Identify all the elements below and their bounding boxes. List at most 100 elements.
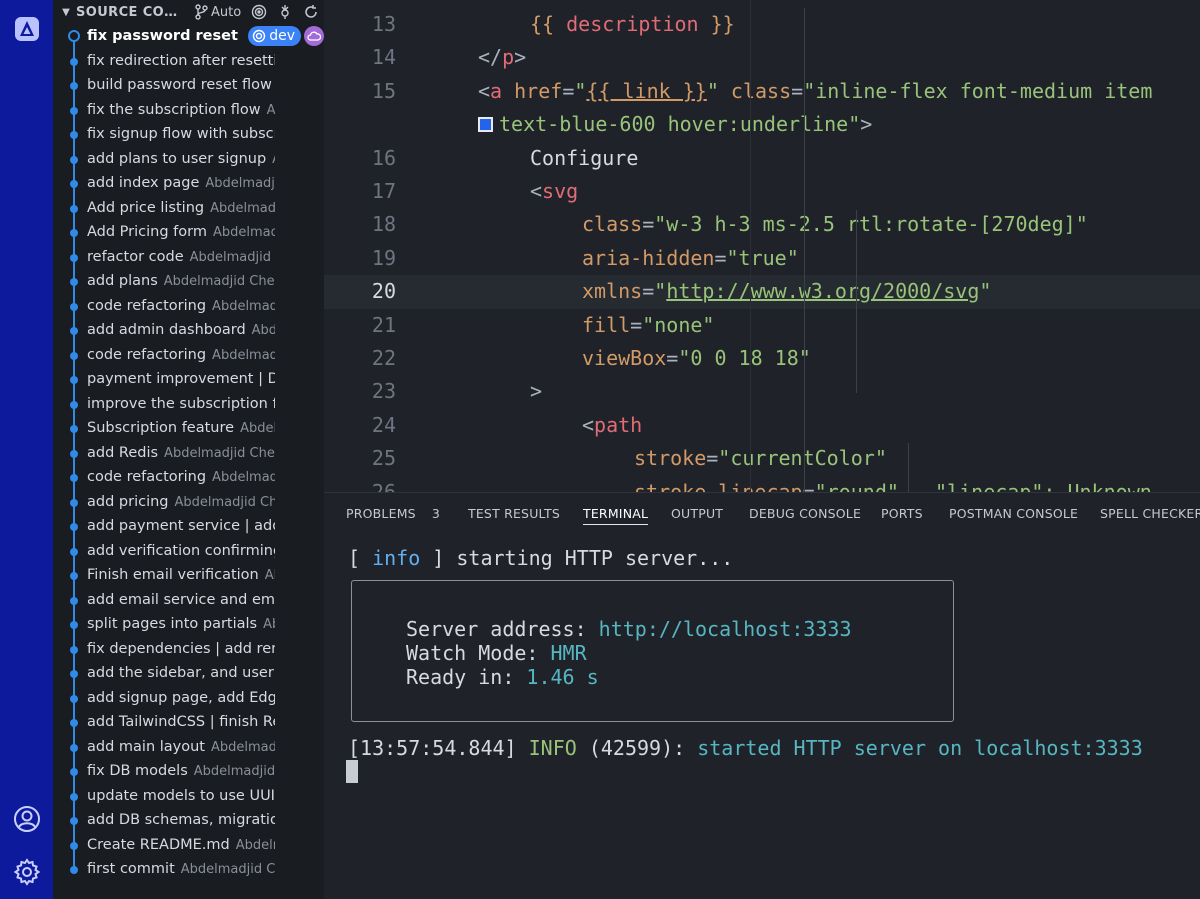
tab-problems[interactable]: PROBLEMS 3 [346,506,440,521]
commit-item[interactable]: payment improvement | DB mo... [53,367,324,392]
code-token: = [630,312,643,337]
commit-item[interactable]: split pages into partials Abdelm... [53,612,324,637]
commit-item[interactable]: fix DB models Abdelmadjid Cher... [53,759,324,784]
commit-message: add plans to user signup [87,150,267,167]
commit-item[interactable]: Create README.md Abdelmadji... [53,833,324,858]
commit-dot [70,449,78,458]
commit-message: Finish email verification [87,567,259,584]
commit-item[interactable]: add plans Abdelmadjid Cherfaoui [53,269,324,294]
color-swatch-icon[interactable] [478,117,493,133]
tab-postman-console[interactable]: POSTMAN CONSOLE [949,506,1078,521]
commit-author: Abdelm... [264,568,275,584]
code-token: class [730,78,792,103]
commit-dot [70,302,78,311]
commit-dot [70,523,78,531]
code-token: Configure [530,145,639,170]
commit-dot [70,719,78,727]
chevron-down-icon[interactable]: ▼ [56,7,76,18]
commit-item[interactable]: add payment service | add logi... [53,514,324,539]
cloud-icon [304,26,324,47]
branch-badge[interactable]: dev [248,26,302,47]
tab-test-results[interactable]: TEST RESULTS [468,506,560,521]
commit-item[interactable]: fix signup flow with subscriptio... [53,122,324,147]
code-token: "0 0 18 18" [678,346,811,370]
commit-message: add pricing [87,493,169,510]
tab-terminal[interactable]: TERMINAL [583,506,649,525]
code-token: stroke [634,446,707,471]
tab-spell-checker[interactable]: SPELL CHECKER [1100,506,1200,521]
refresh-icon[interactable] [303,4,319,20]
code-token: > [514,45,527,70]
commit-item[interactable]: add index page Abdelmadjid Ch... [53,171,324,196]
target-icon[interactable] [251,4,267,20]
code-line: 20 xmlns="http://www.w3.org/2000/svg" [324,275,1200,309]
commit-item[interactable]: fix redirection after resetting p... [53,49,324,74]
commit-item[interactable]: Add price listing Abdelmadjid C... [53,196,324,221]
active-tab-indicator [583,524,649,525]
commit-item[interactable]: add main layout Abdelmadjid Ch... [53,735,324,760]
settings-icon[interactable] [12,857,42,887]
code-text: > [530,375,542,408]
code-token: stroke-linecap [634,479,803,492]
logo-icon[interactable] [12,14,42,44]
commit-item[interactable]: add pricing Abdelmadjid Cherfaoui [53,490,324,515]
commit-item[interactable]: code refactoring Abdelmadjid C... [53,294,324,319]
commit-text: first commit Abdelmadjid Cherfa... [53,861,275,877]
commit-item[interactable]: improve the subscription featur... [53,392,324,417]
commit-item[interactable]: add DB schemas, migrations a... [53,808,324,833]
commit-dot [70,376,78,384]
commit-text: improve the subscription featur... [53,396,275,412]
code-editor[interactable]: .............. 13{{ description }}14</p>… [324,0,1200,492]
commit-item[interactable]: add Redis Abdelmadjid Cherfaoui [53,441,324,466]
commit-author: Abdelmadjid Cher... [193,764,275,780]
commit-message: add payment service | add logi... [87,518,275,535]
terminal[interactable]: [ info ] starting HTTP server... Server … [324,533,1200,899]
commit-dot [70,768,78,776]
commit-dot [70,425,78,433]
commit-dot [70,743,78,752]
commit-text: Subscription feature Abdelmadji... [53,420,275,436]
tab-output[interactable]: OUTPUT [671,506,723,521]
code-token: p [502,45,515,70]
commit-item[interactable]: build password reset flowAbde... [53,73,324,98]
code-text: xmlns="http://www.w3.org/2000/svg" [582,275,991,308]
commit-item[interactable]: fix dependencies | add rememb... [53,637,324,662]
branch-selector[interactable]: Auto [194,4,241,20]
account-icon[interactable] [12,804,42,834]
commit-item[interactable]: add plans to user signup Abdel... [53,147,324,172]
commit-item[interactable]: first commit Abdelmadjid Cherfa... [53,857,324,882]
commit-author: Abdelm... [263,617,275,633]
target-icon [253,30,266,43]
commit-text: build password reset flowAbde... [53,77,275,93]
commit-item[interactable]: code refactoring Abdelmadjid C... [53,343,324,368]
commit-item[interactable]: refactor code Abdelmadjid Cherf... [53,245,324,270]
commit-item[interactable]: Subscription feature Abdelmadji... [53,416,324,441]
fetch-icon[interactable] [277,4,293,20]
commit-item[interactable]: fix password reset ... dev [53,24,324,49]
commit-item[interactable]: Add Pricing form Abdelmadjid C... [53,220,324,245]
commit-item[interactable]: Finish email verification Abdelm... [53,563,324,588]
tab-debug-console[interactable]: DEBUG CONSOLE [749,506,861,521]
commit-item[interactable]: fix the subscription flow Abdel... [53,98,324,123]
tab-ports[interactable]: PORTS [881,506,923,521]
commit-author: Abdelma... [251,323,275,339]
code-text: fill="none" [582,309,714,342]
terminal-line-log: [13:57:54.844] INFO (42599): started HTT… [348,736,1143,760]
commit-item[interactable]: add email service and email ver... [53,588,324,613]
commit-item[interactable]: add the sidebar, and user auth... [53,661,324,686]
indent-guide [804,8,805,492]
commit-author: Abdelmadjid Cherfa... [180,862,275,878]
commit-item[interactable]: update models to use UUID ins... [53,784,324,809]
commit-item[interactable]: add TailwindCSS | finish Regist... [53,710,324,735]
commit-item[interactable]: code refactoring Abdelmadjid C... [53,465,324,490]
commit-item[interactable]: add verification confirming noti... [53,539,324,564]
current-commit-marker [68,30,80,42]
code-line: 19 aria-hidden="true" [324,242,1200,275]
commit-item[interactable]: add signup page, add EdgeJS f... [53,686,324,711]
commit-author: Abdel... [266,102,275,118]
commit-dot [70,204,78,213]
commit-message: add main layout [87,738,205,755]
commit-item[interactable]: add admin dashboard Abdelma... [53,318,324,343]
commit-text: add admin dashboard Abdelma... [53,322,275,338]
commit-message: Add Pricing form [87,224,207,241]
